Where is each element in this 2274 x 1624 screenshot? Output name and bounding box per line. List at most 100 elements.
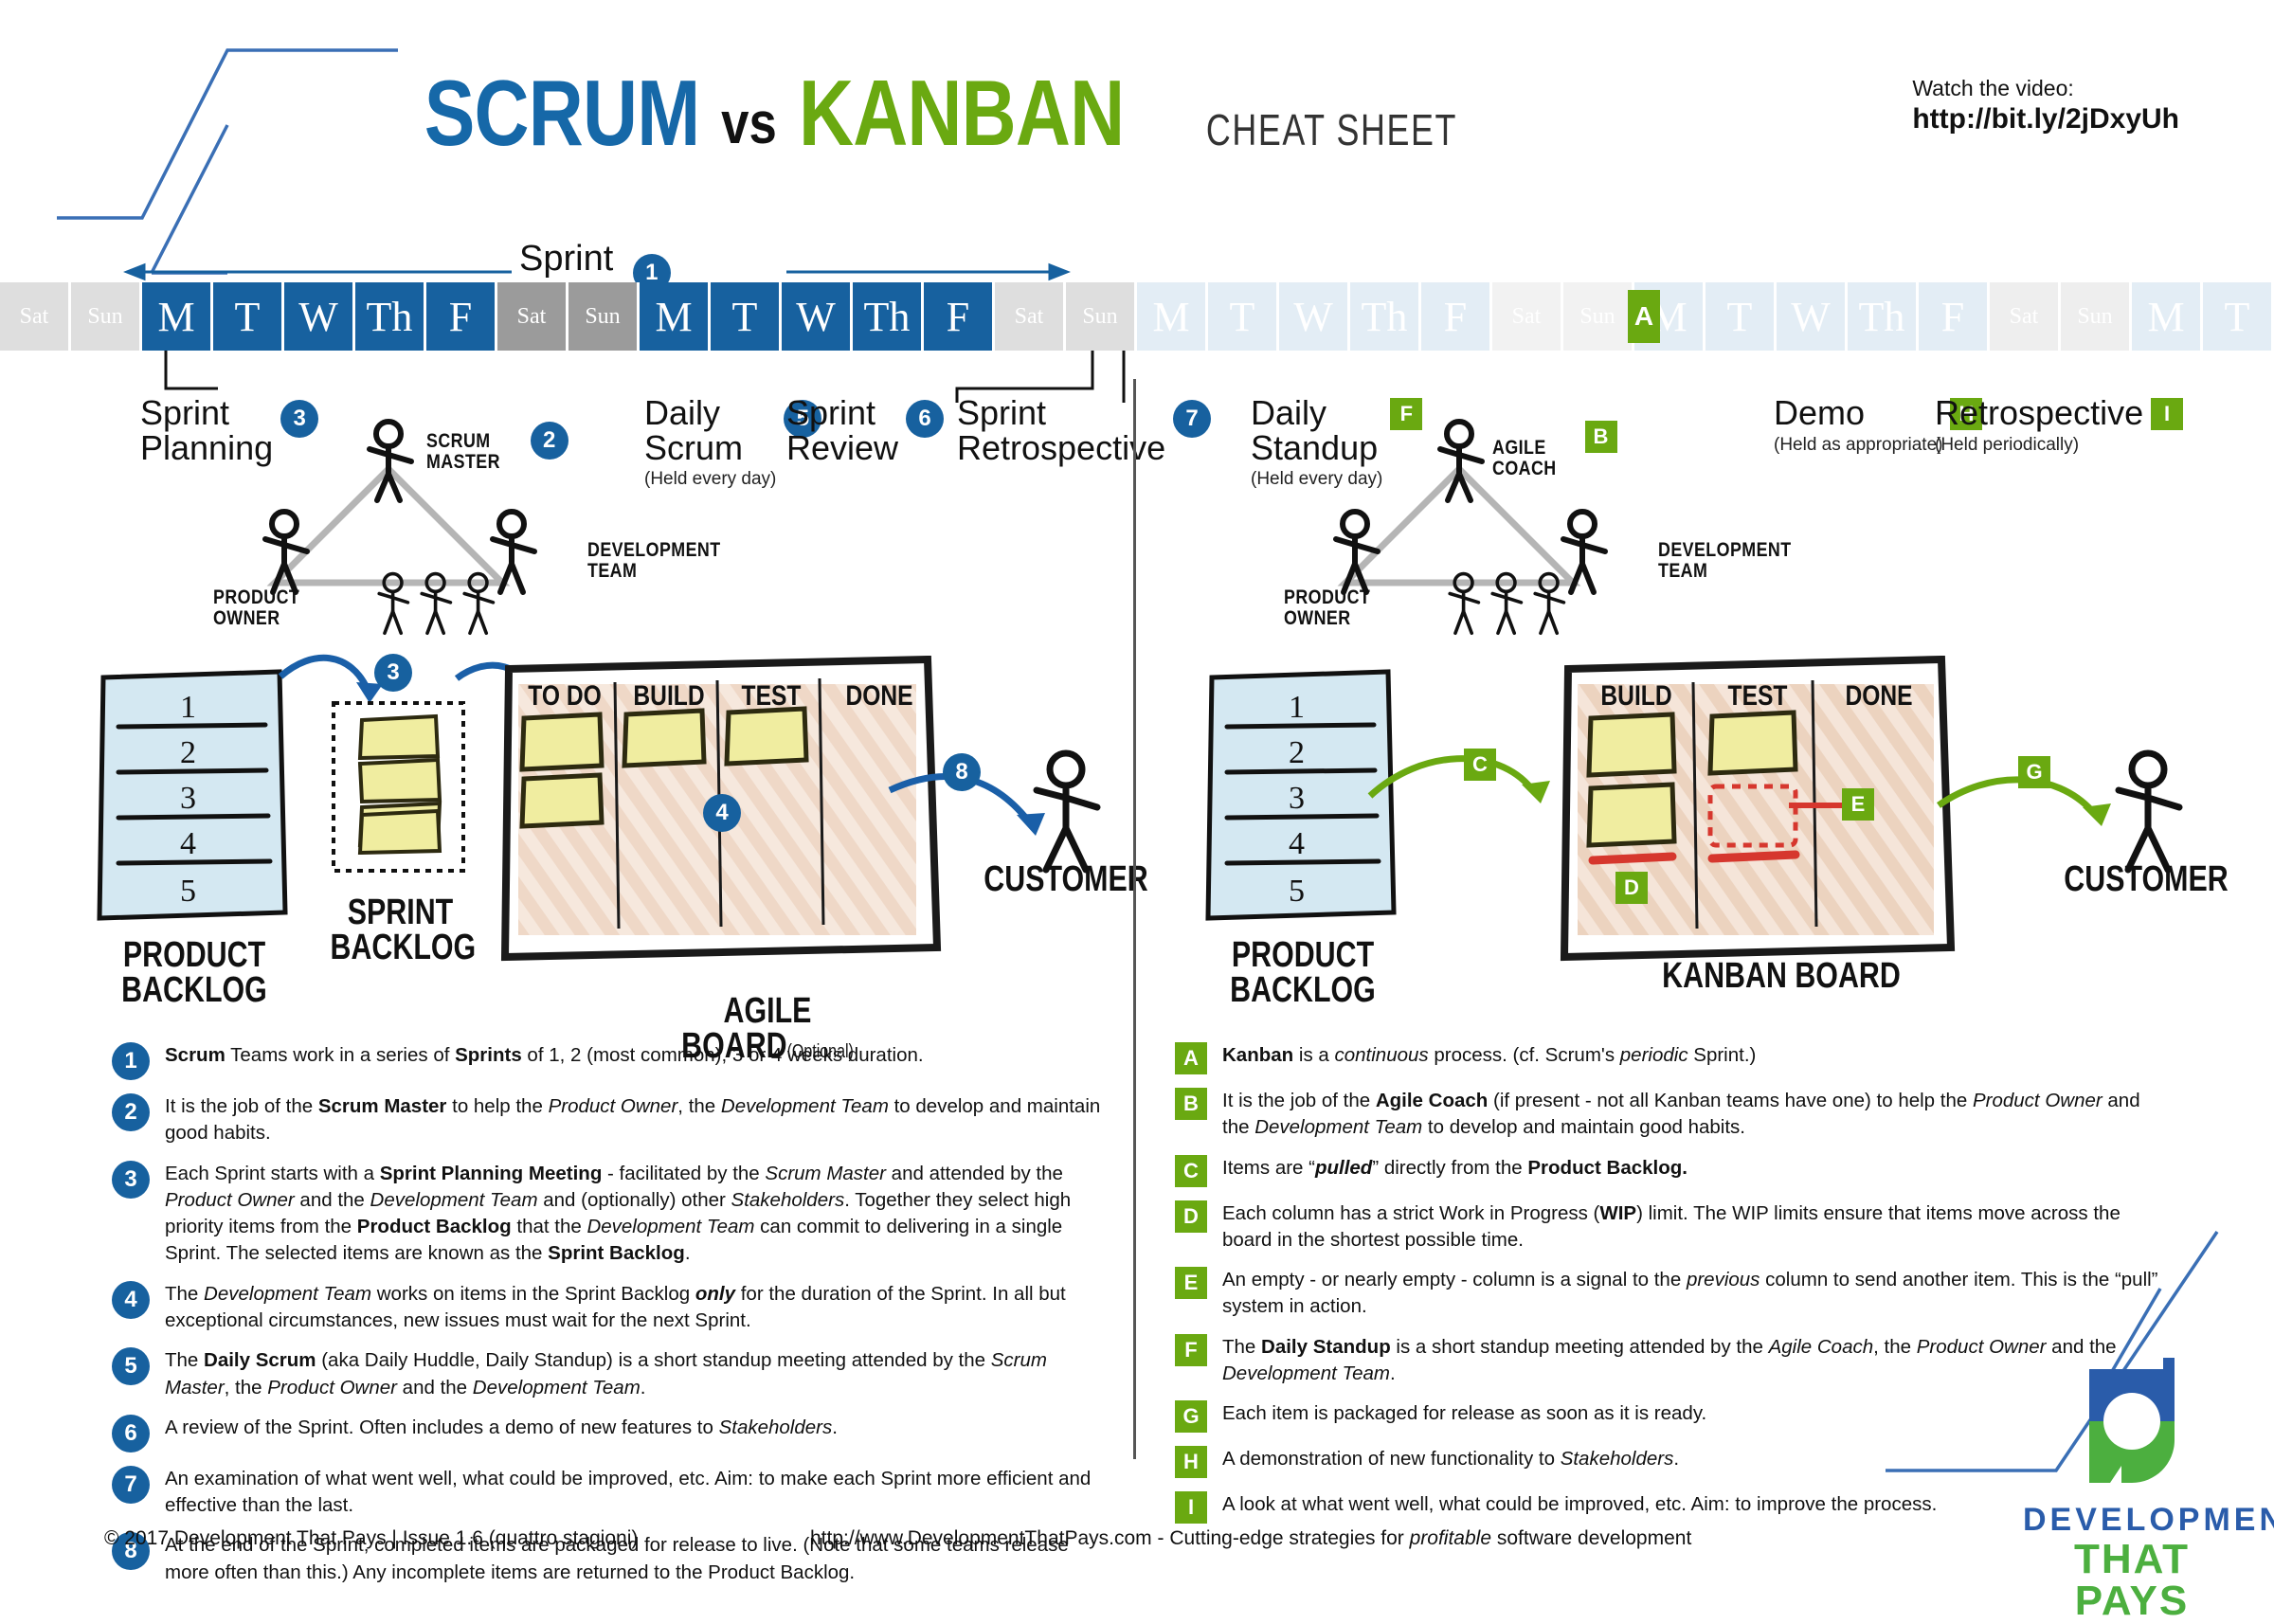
- scrum-legend-item-3: 3 Each Sprint starts with a Sprint Planni…: [112, 1160, 1107, 1268]
- title-kanban: KANBAN: [799, 61, 1125, 165]
- calendar-cell-25: W: [1777, 282, 1848, 351]
- badge-D: D: [1175, 1200, 1207, 1233]
- event-agile-coach-label: AGILE COACH: [1492, 437, 1557, 480]
- calendar-cell-label: W: [1791, 293, 1831, 340]
- calendar-cell-11: W: [782, 282, 853, 351]
- logo-line-2: THAT PAYS: [2073, 1536, 2191, 1624]
- calendar-cell-0: Sat: [0, 282, 71, 351]
- badge-7: 7: [1173, 400, 1212, 438]
- header: SCRUM vs KANBAN CHEAT SHEET Watch the vi…: [0, 66, 2274, 189]
- event-agile-coach: AGILE COACH B: [1492, 421, 1617, 480]
- event-daily-standup-sub: (Held every day): [1251, 469, 1383, 490]
- watch-video-label: Watch the video:: [1912, 76, 2074, 100]
- agile-board-columns: TO DO BUILD TEST DONE: [512, 680, 948, 713]
- scrum-legend-text-6: A review of the Sprint. Often includes a…: [165, 1416, 838, 1438]
- calendar-cell-16: M: [1137, 282, 1208, 351]
- column-header-done: DONE: [845, 680, 913, 712]
- arrow-backlog-to-sprint-backlog: [278, 654, 383, 703]
- calendar-cell-3: T: [213, 282, 284, 351]
- calendar-cell-29: Sun: [2061, 282, 2132, 351]
- calendar-cell-30: M: [2132, 282, 2203, 351]
- arrow-board-to-customer: [888, 773, 1045, 836]
- calendar-cell-label: Sun: [1082, 303, 1118, 329]
- kanban-customer-caption: CUSTOMER: [2064, 859, 2229, 899]
- badge-1: 1: [112, 1042, 150, 1080]
- calendar-cell-17: T: [1208, 282, 1279, 351]
- calendar-cell-19: Th: [1350, 282, 1421, 351]
- event-sprint-review: Sprint Review 6: [786, 395, 945, 465]
- kanban-legend-item-E: E An empty - or nearly empty - column is …: [1175, 1267, 2170, 1321]
- badge-A: A: [1175, 1042, 1207, 1074]
- badge-B: B: [1175, 1088, 1207, 1120]
- section-divider: [1133, 379, 1136, 1459]
- logo-mark-icon: [2089, 1358, 2175, 1483]
- infographic-canvas: SCRUM vs KANBAN CHEAT SHEET Watch the vi…: [0, 0, 2274, 1622]
- page-title: SCRUM vs KANBAN CHEAT SHEET: [0, 66, 1895, 159]
- calendar-cell-label: T: [1229, 293, 1255, 340]
- kanban-board-columns: BUILD TEST DONE: [1575, 680, 1954, 713]
- scrum-legend-text-1: Scrum Teams work in a series of Sprints …: [165, 1044, 924, 1066]
- event-scrum-master-label: SCRUM MASTER: [426, 430, 500, 474]
- calendar-cell-label: T: [2224, 293, 2250, 340]
- title-scrum: SCRUM: [424, 61, 700, 165]
- calendar-cell-20: F: [1421, 282, 1492, 351]
- event-sprint-retrospective: Sprint Retrospective 7: [957, 395, 1212, 465]
- calendar-cell-label: Th: [1858, 293, 1905, 340]
- sprint-label-text: Sprint: [519, 239, 614, 279]
- calendar-cell-label: W: [796, 293, 836, 340]
- calendar-cell-5: Th: [355, 282, 426, 351]
- calendar-cell-label: M: [655, 293, 693, 340]
- kanban-column-header-build: BUILD: [1600, 680, 1672, 712]
- calendar-cell-label: Sun: [87, 303, 123, 329]
- calendar-cell-26: Th: [1848, 282, 1919, 351]
- calendar-cell-label: F: [1443, 293, 1468, 340]
- badge-D: D: [1615, 872, 1648, 904]
- event-daily-scrum-sub: (Held every day): [644, 469, 777, 490]
- scrum-legend: 1 Scrum Teams work in a series of Sprints…: [112, 1042, 1107, 1599]
- svg-text:3: 3: [180, 781, 196, 816]
- scrum-sprint-backlog-caption: SPRINT BACKLOG: [330, 893, 477, 968]
- badge-6: 6: [906, 400, 945, 438]
- calendar-cell-label: M: [157, 293, 195, 340]
- scrum-customer-caption: CUSTOMER: [984, 859, 1148, 899]
- wip-pointer-line: [1789, 803, 1844, 808]
- kanban-product-backlog-caption: PRODUCT BACKLOG: [1230, 935, 1376, 1011]
- badge-2: 2: [112, 1093, 150, 1131]
- watch-video-link[interactable]: http://bit.ly/2jDxyUh: [1912, 103, 2179, 135]
- calendar-cell-label: Sat: [2009, 303, 2039, 329]
- calendar-cell-label: F: [448, 293, 473, 340]
- scrum-product-backlog-caption: PRODUCT BACKLOG: [121, 935, 267, 1011]
- scrum-sprint-backlog: [332, 701, 465, 873]
- calendar-cell-4: W: [284, 282, 355, 351]
- calendar-cell-label: Th: [863, 293, 911, 340]
- brand-logo: DEVELOPMENT THAT PAYS: [2023, 1350, 2274, 1624]
- badge-I: I: [2151, 398, 2184, 430]
- kanban-legend-item-A: A Kanban is a continuous process. (cf. Sc…: [1175, 1042, 2170, 1074]
- svg-text:5: 5: [180, 874, 196, 909]
- badge-4: 4: [112, 1280, 150, 1319]
- calendar-cell-18: W: [1279, 282, 1350, 351]
- badge-4: 4: [703, 794, 741, 832]
- svg-text:2: 2: [180, 735, 196, 770]
- footer-tagline: http://www.DevelopmentThatPays.com - Cut…: [810, 1527, 1692, 1549]
- svg-text:4: 4: [180, 826, 196, 861]
- calendar-cell-12: Th: [853, 282, 924, 351]
- calendar-cell-31: T: [2203, 282, 2274, 351]
- calendar-cell-label: Sat: [1511, 303, 1542, 329]
- calendar-cell-label: Sun: [2077, 303, 2113, 329]
- scrum-legend-text-3: Each Sprint starts with a Sprint Plannin…: [165, 1162, 1072, 1265]
- calendar-cell-label: M: [1152, 293, 1190, 340]
- calendar-cell-21: Sat: [1492, 282, 1563, 351]
- event-sprint-planning: Sprint Planning 3: [140, 395, 319, 465]
- kanban-legend-item-I: I A look at what went well, what could be…: [1175, 1491, 2170, 1525]
- badge-F: F: [1390, 398, 1423, 430]
- badge-A: A: [1628, 290, 1660, 343]
- calendar-cell-label: Sat: [1014, 303, 1044, 329]
- calendar-strip: Sat Sun M T W Th F Sat Sun M T W Th F Sat Sun M T W Th F Sat S…: [0, 282, 2274, 351]
- svg-text:1: 1: [180, 690, 196, 725]
- event-daily-standup-label: Daily Standup: [1251, 393, 1379, 467]
- scrum-legend-item-4: 4 The Development Team works on items in …: [112, 1280, 1107, 1335]
- badge-I: I: [1175, 1491, 1207, 1525]
- scrum-legend-item-7: 7 An examination of what went well, what …: [112, 1465, 1107, 1520]
- event-scrum-master: SCRUM MASTER 2: [426, 422, 568, 474]
